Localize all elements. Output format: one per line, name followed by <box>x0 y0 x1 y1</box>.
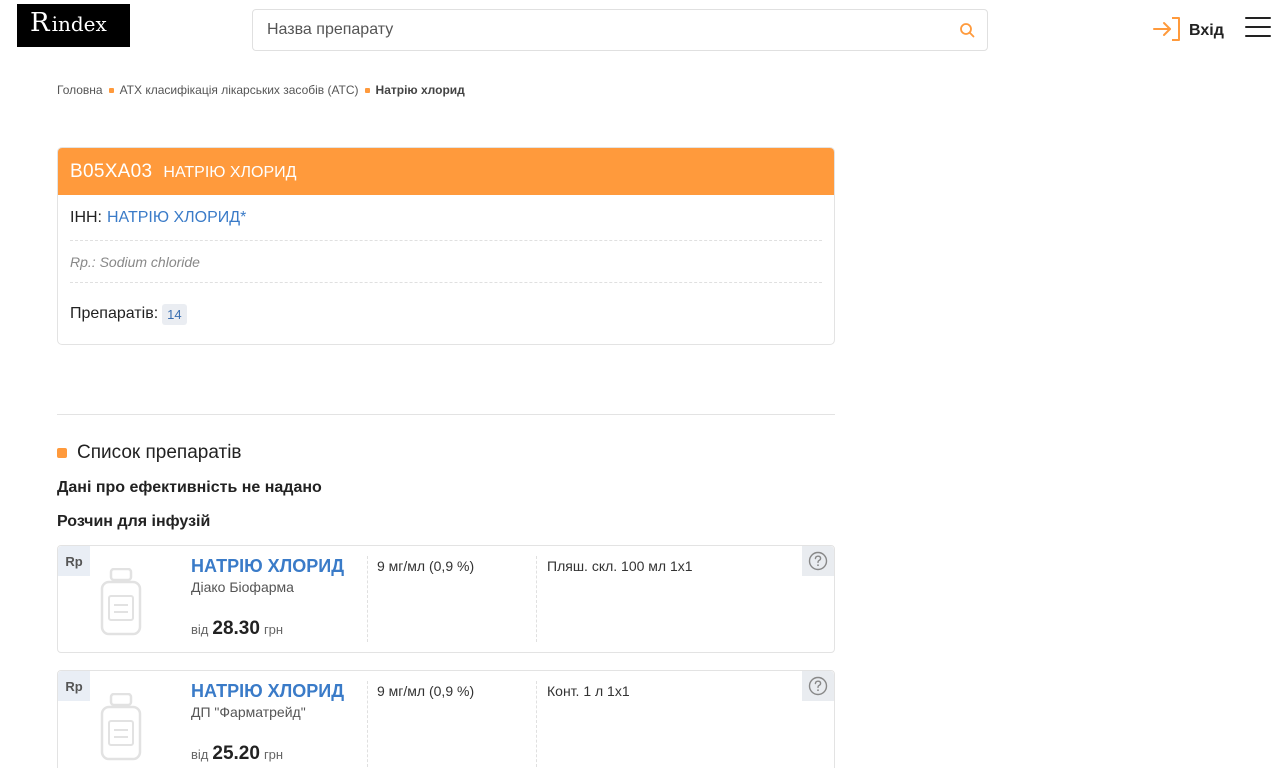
inn-link[interactable]: НАТРІЮ ХЛОРИД* <box>107 209 246 227</box>
logo-text: index <box>51 12 107 36</box>
atc-card: B05XA03 НАТРІЮ ХЛОРИД ІНН: НАТРІЮ ХЛОРИД… <box>57 147 835 345</box>
inn-row: ІНН: НАТРІЮ ХЛОРИД* <box>70 195 822 241</box>
price-prefix: від <box>191 622 209 637</box>
breadcrumb-separator <box>364 87 370 93</box>
price-prefix: від <box>191 747 209 762</box>
product-package: Конт. 1 л 1х1 <box>547 683 630 699</box>
breadcrumb-current: Натрію хлорид <box>375 83 465 97</box>
product-package: Пляш. скл. 100 мл 1х1 <box>547 558 693 574</box>
list-title-text: Список препаратів <box>77 442 242 463</box>
inn-label: ІНН: <box>70 208 102 226</box>
efficacy-note: Дані про ефективність не надано <box>57 479 322 496</box>
dosage-form-title: Розчин для інфузій <box>57 513 211 530</box>
breadcrumb-separator <box>108 87 114 93</box>
product-name-link[interactable]: НАТРІЮ ХЛОРИД <box>191 556 344 577</box>
column-divider <box>536 681 537 767</box>
breadcrumb-atc[interactable]: АТХ класифікація лікарських засобів (АТС… <box>120 83 359 97</box>
atc-card-header: B05XA03 НАТРІЮ ХЛОРИД <box>58 148 834 195</box>
section-divider <box>57 414 835 415</box>
search-icon[interactable] <box>947 10 987 50</box>
product-dose: 9 мг/мл (0,9 %) <box>377 558 475 574</box>
login-label: Вхід <box>1189 22 1224 39</box>
product-row[interactable]: Rp НАТРІЮ ХЛОРИД ДП "Фарматрейд" від 25.… <box>57 670 835 768</box>
bottle-icon <box>100 567 142 641</box>
question-icon[interactable] <box>802 546 834 576</box>
login-button[interactable]: Вхід <box>1152 15 1224 48</box>
product-dose: 9 мг/мл (0,9 %) <box>377 683 475 699</box>
product-name-link[interactable]: НАТРІЮ ХЛОРИД <box>191 681 344 702</box>
login-icon <box>1152 15 1182 48</box>
product-manufacturer: ДП "Фарматрейд" <box>191 704 306 720</box>
hamburger-menu-icon[interactable] <box>1245 17 1271 41</box>
bottle-icon <box>100 692 142 766</box>
section-bullet <box>57 448 67 458</box>
product-price: від 25.20 грн <box>191 743 283 765</box>
price-currency: грн <box>263 747 284 762</box>
count-badge: 14 <box>162 303 187 325</box>
atc-name: НАТРІЮ ХЛОРИД <box>163 163 297 181</box>
rp-row: Rp.: Sodium chloride <box>70 241 822 283</box>
list-section-title: Список препаратів <box>57 442 242 464</box>
count-row: Препаратів: 14 <box>70 283 822 344</box>
rp-badge: Rp <box>58 546 90 576</box>
column-divider <box>536 556 537 642</box>
rp-latin-name: Rp.: Sodium chloride <box>70 253 200 270</box>
product-manufacturer: Діако Біофарма <box>191 579 294 595</box>
price-currency: грн <box>263 622 284 637</box>
price-amount: 28.30 <box>212 618 260 639</box>
search-bar <box>252 9 988 51</box>
breadcrumb-home[interactable]: Головна <box>57 83 103 97</box>
question-icon[interactable] <box>802 671 834 701</box>
atc-code: B05XA03 <box>70 160 153 182</box>
column-divider <box>367 681 368 767</box>
logo[interactable]: Rindex <box>17 4 130 47</box>
count-label: Препаратів: <box>70 305 159 322</box>
rp-badge: Rp <box>58 671 90 701</box>
product-row[interactable]: Rp НАТРІЮ ХЛОРИД Діако Біофарма від 28.3… <box>57 545 835 653</box>
column-divider <box>367 556 368 642</box>
logo-rx: R <box>30 8 50 38</box>
product-price: від 28.30 грн <box>191 618 283 640</box>
breadcrumb: Головна АТХ класифікація лікарських засо… <box>57 83 465 97</box>
search-input[interactable] <box>253 10 947 50</box>
price-amount: 25.20 <box>212 743 260 764</box>
